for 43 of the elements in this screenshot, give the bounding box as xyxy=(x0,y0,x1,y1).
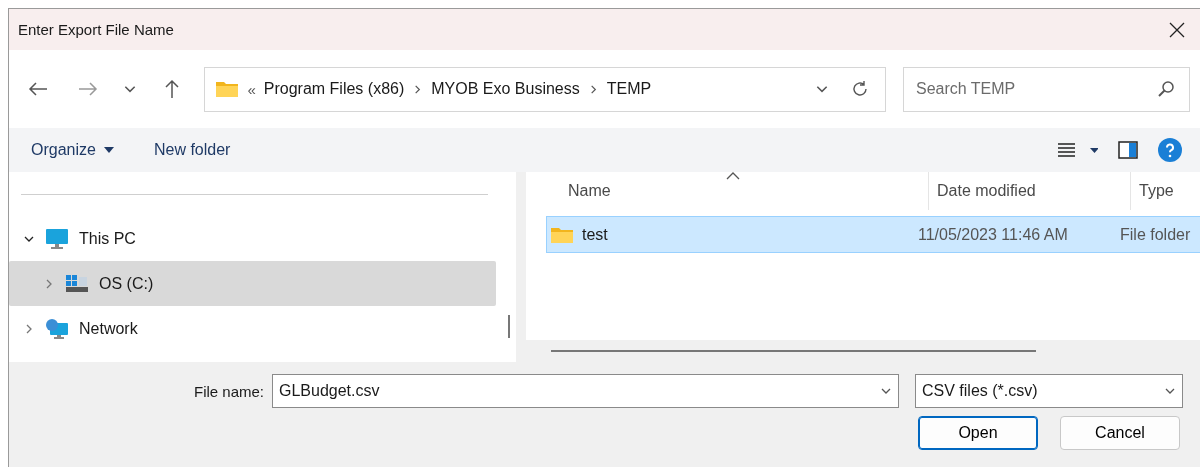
organize-menu[interactable]: Organize xyxy=(21,135,124,165)
back-arrow-icon[interactable] xyxy=(27,81,48,97)
window-title: Enter Export File Name xyxy=(18,21,174,38)
dialog-button[interactable]: Open xyxy=(918,416,1038,450)
new-folder-button[interactable]: New folder xyxy=(143,135,241,165)
file-name-label: File name: xyxy=(192,382,265,400)
view-options-icon[interactable] xyxy=(1058,143,1098,157)
dropdown-triangle-icon[interactable] xyxy=(103,147,114,153)
dialog-button[interactable]: Cancel xyxy=(1060,416,1180,450)
preview-pane-icon[interactable] xyxy=(1118,141,1138,159)
column-header[interactable]: Type xyxy=(1131,172,1200,210)
tree-item-label: Network xyxy=(79,319,138,338)
tree-item[interactable]: OS (C:) xyxy=(9,261,496,306)
column-header[interactable]: Date modified xyxy=(929,172,1131,210)
tree-item[interactable]: Network xyxy=(9,306,496,351)
tree-item-label: This PC xyxy=(79,229,136,248)
help-icon[interactable] xyxy=(1158,138,1182,162)
scrollbar-thumb[interactable] xyxy=(551,350,1036,352)
forward-arrow-icon[interactable] xyxy=(77,81,98,97)
refresh-icon[interactable] xyxy=(850,80,869,98)
drive-icon xyxy=(65,273,89,294)
folder-icon xyxy=(215,79,240,99)
address-bar[interactable]: « Program Files (x86) MYOB Exo Business TEMP xyxy=(204,66,886,112)
tree-item[interactable]: This PC xyxy=(9,216,496,261)
file-name-field[interactable]: GLBudget.csv xyxy=(272,374,899,408)
date-cell: 11/05/2023 11:46 AM xyxy=(918,225,1068,244)
column-header[interactable]: Name xyxy=(546,172,929,210)
search-field[interactable]: Search TEMP xyxy=(902,66,1190,112)
breadcrumb[interactable]: TEMP xyxy=(606,80,652,98)
computer-icon xyxy=(45,227,69,250)
network-icon xyxy=(45,317,69,340)
tree-item-label: OS (C:) xyxy=(99,274,154,293)
file-name: test xyxy=(582,225,608,244)
file-row[interactable]: test 11/05/2023 11:46 AM File folder xyxy=(546,216,1200,253)
breadcrumb[interactable]: Program Files (x86) xyxy=(263,80,405,98)
breadcrumb[interactable]: MYOB Exo Business xyxy=(431,80,580,98)
search-icon xyxy=(1157,80,1175,98)
overflow-chevron[interactable]: « xyxy=(247,80,256,98)
type-cell: File folder xyxy=(1120,225,1191,244)
file-type-dropdown[interactable]: CSV files (*.csv) xyxy=(915,374,1183,408)
scrollbar-thumb[interactable] xyxy=(508,315,510,338)
close-icon[interactable] xyxy=(1169,21,1185,38)
up-arrow-icon[interactable] xyxy=(163,79,180,99)
